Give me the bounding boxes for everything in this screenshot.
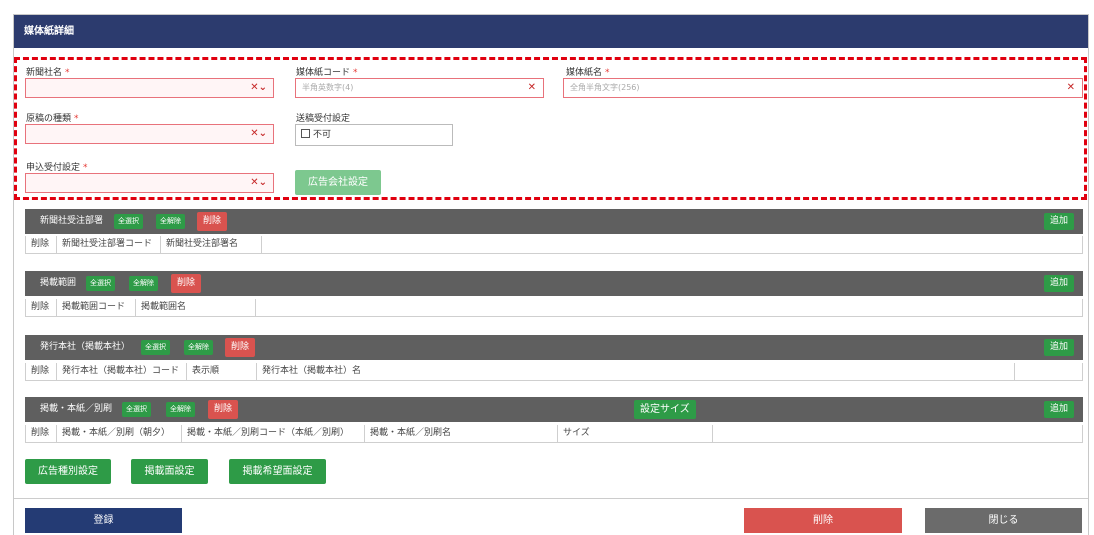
media-name-label: 媒体紙名 * [566, 68, 610, 78]
page-setting-button[interactable]: 掲載面設定 [131, 459, 208, 484]
size-setting-button[interactable]: 設定サイズ [634, 400, 696, 419]
section-header-range: 掲載範囲 全選択 全解除 削除 追加 [25, 271, 1083, 296]
newspaper-name-select[interactable]: ✕⌄ [25, 78, 274, 98]
column-header: 削除 [26, 236, 57, 253]
send-setting-checkbox-label: 不可 [313, 130, 332, 140]
clear-dropdown-icon[interactable]: ✕⌄ [250, 174, 267, 192]
manuscript-type-label: 原稿の種類 * [26, 114, 79, 124]
column-header: 掲載範囲コード [57, 299, 136, 316]
select-all-button[interactable]: 全選択 [122, 402, 151, 417]
select-all-button[interactable]: 全選択 [114, 214, 143, 229]
dialog-title: 媒体紙詳細 [14, 15, 1088, 48]
add-button[interactable]: 追加 [1043, 339, 1074, 356]
column-header: 削除 [26, 425, 57, 442]
deselect-all-button[interactable]: 全解除 [166, 402, 195, 417]
newspaper-name-label: 新聞社名 * [26, 68, 70, 78]
delete-button[interactable]: 削除 [225, 338, 256, 357]
media-code-input[interactable]: 半角英数字(4) ✕ [295, 78, 544, 98]
section-title: 掲載・本紙／別刷 [40, 404, 113, 414]
send-setting-label: 送稿受付設定 [296, 114, 351, 124]
column-header: 発行本社（掲載本社）名 [257, 363, 1015, 380]
column-header: 掲載・本紙／別刷名 [365, 425, 558, 442]
media-name-input[interactable]: 全角半角文字(256) ✕ [563, 78, 1083, 98]
column-header: 掲載・本紙／別刷コード（本紙／別刷） [182, 425, 365, 442]
delete-button[interactable]: 削除 [197, 212, 228, 231]
ad-company-setting-button[interactable]: 広告会社設定 [295, 170, 381, 195]
send-setting-box: 不可 [295, 124, 453, 146]
deselect-all-button[interactable]: 全解除 [129, 276, 158, 291]
table-header-row: 削除 新聞社受注部署コード 新聞社受注部署名 [25, 236, 1083, 254]
column-header: サイズ [558, 425, 713, 442]
footer-divider [14, 498, 1088, 499]
column-header: 削除 [26, 299, 57, 316]
apply-setting-label: 申込受付設定 * [26, 163, 88, 173]
column-header: 新聞社受注部署名 [161, 236, 262, 253]
delete-button[interactable]: 削除 [208, 400, 239, 419]
select-all-button[interactable]: 全選択 [141, 340, 170, 355]
clear-icon[interactable]: ✕ [1067, 79, 1075, 97]
deselect-all-button[interactable]: 全解除 [184, 340, 213, 355]
table-header-row: 削除 掲載・本紙／別刷（朝夕） 掲載・本紙／別刷コード（本紙／別刷） 掲載・本紙… [25, 425, 1083, 443]
apply-setting-select[interactable]: ✕⌄ [25, 173, 274, 193]
delete-footer-button[interactable]: 削除 [744, 508, 902, 533]
column-header: 掲載範囲名 [136, 299, 256, 316]
column-header: 発行本社（掲載本社）コード [57, 363, 187, 380]
column-header: 新聞社受注部署コード [57, 236, 161, 253]
section-title: 新聞社受注部署 [40, 216, 104, 226]
add-button[interactable]: 追加 [1043, 275, 1074, 292]
table-header-row: 削除 発行本社（掲載本社）コード 表示順 発行本社（掲載本社）名 [25, 363, 1083, 381]
table-header-row: 削除 掲載範囲コード 掲載範囲名 [25, 299, 1083, 317]
column-header: 削除 [26, 363, 57, 380]
ad-type-setting-button[interactable]: 広告種別設定 [25, 459, 111, 484]
section-title: 発行本社（掲載本社） [40, 342, 131, 352]
add-button[interactable]: 追加 [1043, 401, 1074, 418]
section-header-departments: 新聞社受注部署 全選択 全解除 削除 追加 [25, 209, 1083, 234]
wish-page-setting-button[interactable]: 掲載希望面設定 [229, 459, 326, 484]
add-button[interactable]: 追加 [1043, 213, 1074, 230]
register-button[interactable]: 登録 [25, 508, 182, 533]
clear-dropdown-icon[interactable]: ✕⌄ [250, 79, 267, 97]
manuscript-type-select[interactable]: ✕⌄ [25, 124, 274, 144]
clear-dropdown-icon[interactable]: ✕⌄ [250, 125, 267, 143]
media-code-label: 媒体紙コード * [296, 68, 358, 78]
select-all-button[interactable]: 全選択 [86, 276, 115, 291]
delete-button[interactable]: 削除 [171, 274, 202, 293]
send-setting-checkbox[interactable] [301, 129, 310, 138]
deselect-all-button[interactable]: 全解除 [156, 214, 185, 229]
section-title: 掲載範囲 [40, 278, 77, 288]
section-header-head-office: 発行本社（掲載本社） 全選択 全解除 削除 追加 [25, 335, 1083, 360]
section-header-main-separate: 掲載・本紙／別刷 全選択 全解除 削除 設定サイズ 追加 [25, 397, 1083, 422]
clear-icon[interactable]: ✕ [528, 79, 536, 97]
column-header: 表示順 [187, 363, 257, 380]
column-header: 掲載・本紙／別刷（朝夕） [57, 425, 182, 442]
close-button[interactable]: 閉じる [925, 508, 1082, 533]
